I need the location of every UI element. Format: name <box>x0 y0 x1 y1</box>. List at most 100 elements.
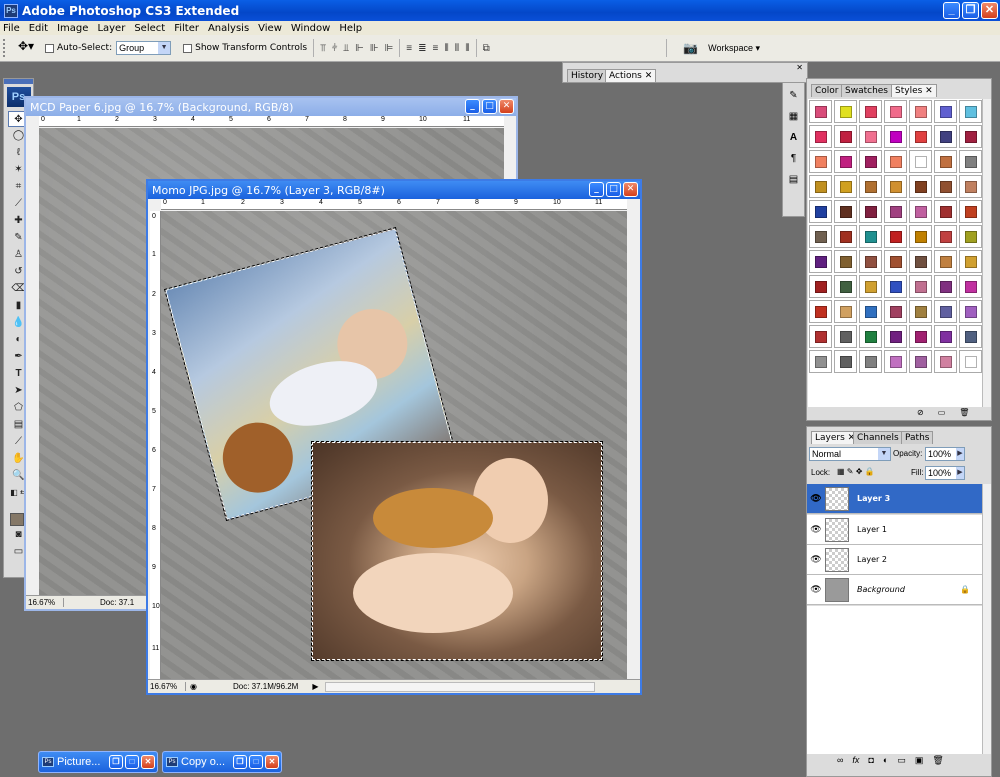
style-swatch[interactable] <box>859 250 882 273</box>
styles-scrollbar[interactable] <box>982 99 991 407</box>
style-swatch[interactable] <box>834 100 857 123</box>
tab-color[interactable]: Color <box>811 84 843 97</box>
style-swatch[interactable] <box>909 300 932 323</box>
menu-file[interactable]: File <box>3 23 20 34</box>
link-layers-icon[interactable]: ∞ <box>837 755 843 766</box>
style-swatch[interactable] <box>809 325 832 348</box>
eye-icon[interactable]: 👁 <box>807 585 825 595</box>
close-button[interactable]: ✕ <box>265 755 279 769</box>
style-swatch[interactable] <box>859 125 882 148</box>
maximize-button[interactable]: □ <box>249 755 263 769</box>
style-swatch[interactable] <box>934 275 957 298</box>
style-swatch[interactable] <box>884 275 907 298</box>
doc-maximize-button[interactable]: □ <box>482 99 497 114</box>
tool-presets-panel-icon[interactable]: ▤ <box>785 171 802 188</box>
menu-window[interactable]: Window <box>291 23 330 34</box>
style-swatch[interactable] <box>884 150 907 173</box>
lock-options-icons[interactable]: ▦ ✎ ✥ 🔒 <box>837 467 875 476</box>
close-button[interactable]: ✕ <box>141 755 155 769</box>
style-swatch[interactable] <box>884 100 907 123</box>
style-swatch[interactable] <box>834 300 857 323</box>
style-swatch[interactable] <box>809 275 832 298</box>
style-swatch[interactable] <box>884 200 907 223</box>
layer-row[interactable]: 👁 Layer 3 <box>807 484 982 514</box>
clear-style-icon[interactable]: ⊘ <box>917 408 924 417</box>
options-grip[interactable] <box>3 39 7 57</box>
align-left-icon[interactable]: ⊩ <box>355 43 364 54</box>
fill-input[interactable]: 100% ▶ <box>925 466 965 480</box>
eye-icon[interactable]: 👁 <box>807 525 825 535</box>
style-swatch[interactable] <box>909 150 932 173</box>
tools-panel-header[interactable] <box>4 79 33 84</box>
style-swatch[interactable] <box>834 175 857 198</box>
align-top-icon[interactable]: ⫪ <box>320 43 326 54</box>
doc-minimize-button[interactable]: _ <box>589 182 604 197</box>
new-style-icon[interactable]: ▭ <box>938 408 946 417</box>
layer-row[interactable]: 👁 Layer 2 <box>807 545 982 575</box>
style-swatch[interactable] <box>809 100 832 123</box>
maximize-button[interactable]: □ <box>125 755 139 769</box>
opacity-input[interactable]: 100% ▶ <box>925 447 965 461</box>
style-swatch[interactable] <box>809 250 832 273</box>
style-swatch[interactable] <box>809 175 832 198</box>
eye-icon[interactable]: 👁 <box>807 494 825 504</box>
style-swatch[interactable] <box>959 150 982 173</box>
status-arrow-icon[interactable]: ▶ <box>312 682 318 691</box>
character-panel-icon[interactable]: A <box>785 129 802 146</box>
photo-baby-with-teddy[interactable] <box>311 441 603 661</box>
style-swatch[interactable] <box>909 125 932 148</box>
workspace-menu[interactable]: Workspace ▾ <box>708 43 760 54</box>
menu-select[interactable]: Select <box>134 23 165 34</box>
style-swatch[interactable] <box>934 150 957 173</box>
blend-mode-dropdown[interactable]: Normal ▼ <box>809 447 891 461</box>
restore-button[interactable]: ❐ <box>109 755 123 769</box>
close-button[interactable]: ✕ <box>981 2 998 19</box>
align-right-icon[interactable]: ⊫ <box>385 43 394 54</box>
style-swatch[interactable] <box>959 300 982 323</box>
style-swatch[interactable] <box>834 150 857 173</box>
restore-button[interactable]: ❐ <box>233 755 247 769</box>
style-swatch[interactable] <box>809 200 832 223</box>
distribute-vcenter-icon[interactable]: ≣ <box>418 43 426 54</box>
style-swatch[interactable] <box>934 225 957 248</box>
style-swatch[interactable] <box>909 350 932 373</box>
style-swatch[interactable] <box>934 350 957 373</box>
distribute-left-icon[interactable]: ⦀ <box>444 43 448 54</box>
style-swatch[interactable] <box>859 175 882 198</box>
tab-swatches[interactable]: Swatches <box>841 84 892 97</box>
minimized-window-picture[interactable]: Ps Picture... ❐ □ ✕ <box>38 751 158 773</box>
style-swatch[interactable] <box>959 125 982 148</box>
style-swatch[interactable] <box>884 250 907 273</box>
style-swatch[interactable] <box>834 250 857 273</box>
style-swatch[interactable] <box>934 175 957 198</box>
style-swatch[interactable] <box>834 200 857 223</box>
style-swatch[interactable] <box>884 175 907 198</box>
align-vcenter-icon[interactable]: ⫩ <box>332 43 338 54</box>
tab-styles[interactable]: Styles ✕ <box>891 84 937 97</box>
style-swatch[interactable] <box>834 325 857 348</box>
align-bottom-icon[interactable]: ⫫ <box>344 43 350 54</box>
style-swatch[interactable] <box>859 275 882 298</box>
style-swatch[interactable] <box>859 325 882 348</box>
style-swatch[interactable] <box>809 150 832 173</box>
tab-actions[interactable]: Actions ✕ <box>605 69 657 82</box>
style-swatch[interactable] <box>884 225 907 248</box>
tab-channels[interactable]: Channels <box>853 431 903 444</box>
style-swatch[interactable] <box>959 200 982 223</box>
clone-source-panel-icon[interactable]: ▦ <box>785 108 802 125</box>
horizontal-scrollbar[interactable] <box>324 681 595 692</box>
menu-image[interactable]: Image <box>57 23 88 34</box>
style-swatch[interactable] <box>909 100 932 123</box>
brushes-panel-icon[interactable]: ✎ <box>785 87 802 104</box>
distribute-bottom-icon[interactable]: ≡ <box>433 43 439 54</box>
style-swatch[interactable] <box>934 300 957 323</box>
style-swatch[interactable] <box>959 225 982 248</box>
style-swatch[interactable] <box>934 325 957 348</box>
style-swatch[interactable] <box>859 350 882 373</box>
style-swatch[interactable] <box>959 175 982 198</box>
style-swatch[interactable] <box>834 275 857 298</box>
style-swatch[interactable] <box>959 100 982 123</box>
tab-paths[interactable]: Paths <box>901 431 934 444</box>
layer-row[interactable]: 👁 Layer 1 <box>807 515 982 545</box>
style-swatch[interactable] <box>934 200 957 223</box>
